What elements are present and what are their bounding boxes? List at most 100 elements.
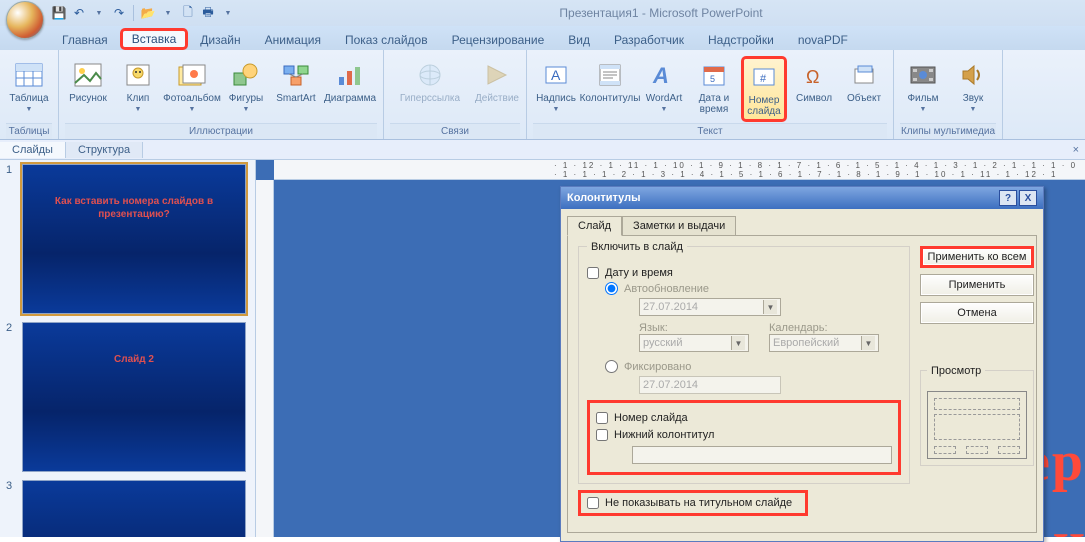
- tab-review[interactable]: Рецензирование: [440, 29, 557, 50]
- tab-slideshow[interactable]: Показ слайдов: [333, 29, 440, 50]
- lang-dropdown[interactable]: русский▼: [639, 334, 749, 352]
- slide-bg-text: ц: [1053, 510, 1085, 537]
- redo-icon[interactable]: ↷: [110, 4, 128, 22]
- title-bar: 💾 ↶ ▼ ↷ 📂 ▼ 🗋 🖶 ▼ Презентация1 - Microso…: [0, 0, 1085, 26]
- tab-animation[interactable]: Анимация: [253, 29, 333, 50]
- chk-datetime[interactable]: Дату и время: [587, 267, 901, 279]
- tab-developer[interactable]: Разработчик: [602, 29, 696, 50]
- new-icon[interactable]: 🗋: [179, 4, 197, 22]
- dialog-tab-slide[interactable]: Слайд: [567, 216, 622, 236]
- panel-close-icon[interactable]: ×: [1067, 144, 1085, 156]
- tab-novapdf[interactable]: novaPDF: [786, 29, 860, 50]
- shapes-icon: [230, 59, 262, 91]
- chk-label: Нижний колонтитул: [614, 429, 714, 441]
- table-icon: [13, 59, 45, 91]
- slide-thumb-3[interactable]: [22, 480, 246, 537]
- cal-label: Календарь:: [769, 322, 879, 334]
- btn-symbol[interactable]: ΩСимвол: [791, 56, 837, 107]
- open-dropdown[interactable]: ▼: [159, 4, 177, 22]
- apply-all-button[interactable]: Применить ко всем: [920, 246, 1034, 268]
- btn-chart[interactable]: Диаграмма: [323, 56, 377, 107]
- btn-sound[interactable]: Звук▼: [950, 56, 996, 116]
- tab-view[interactable]: Вид: [556, 29, 602, 50]
- btn-headerfooter[interactable]: Колонтитулы: [583, 56, 637, 107]
- chk-slidenum[interactable]: Номер слайда: [596, 412, 892, 424]
- btn-datetime[interactable]: 5 Дата и время: [691, 56, 737, 118]
- svg-text:5: 5: [710, 74, 715, 84]
- panel-tab-slides[interactable]: Слайды: [0, 142, 66, 158]
- dialog-tabs: Слайд Заметки и выдачи: [561, 209, 1043, 235]
- help-button[interactable]: ?: [999, 190, 1017, 206]
- radio[interactable]: [605, 360, 618, 373]
- slide-thumb-2[interactable]: Слайд 2: [22, 322, 246, 472]
- tab-design[interactable]: Дизайн: [188, 29, 252, 50]
- chk-footer[interactable]: Нижний колонтитул: [596, 429, 892, 441]
- window-title: Презентация1 - Microsoft PowerPoint: [237, 6, 1085, 20]
- btn-textbox[interactable]: AНадпись▼: [533, 56, 579, 116]
- btn-shapes[interactable]: Фигуры▼: [223, 56, 269, 116]
- fixed-row: 27.07.2014: [639, 376, 901, 394]
- btn-smartart[interactable]: SmartArt: [273, 56, 319, 107]
- office-button[interactable]: [6, 1, 44, 39]
- footer-text-row: [632, 446, 892, 464]
- save-icon[interactable]: 💾: [50, 4, 68, 22]
- thumb-number: 3: [6, 480, 16, 537]
- btn-slidenumber[interactable]: #Номер слайда: [741, 56, 787, 122]
- chk-notitle[interactable]: Не показывать на титульном слайде: [578, 490, 808, 516]
- symbol-icon: Ω: [798, 59, 830, 91]
- btn-label: Надпись: [536, 93, 576, 104]
- btn-label: Фотоальбом: [163, 93, 221, 104]
- btn-label: Объект: [847, 93, 881, 104]
- tab-home[interactable]: Главная: [50, 29, 120, 50]
- fixed-input[interactable]: 27.07.2014: [639, 376, 781, 394]
- checkbox[interactable]: [596, 412, 608, 424]
- radio-fixed[interactable]: Фиксировано: [605, 360, 901, 373]
- btn-action[interactable]: Действие: [474, 56, 520, 107]
- btn-picture[interactable]: Рисунок: [65, 56, 111, 107]
- group-label: Текст: [533, 123, 887, 139]
- btn-table[interactable]: Таблица▼: [6, 56, 52, 116]
- dialog-tab-notes[interactable]: Заметки и выдачи: [622, 216, 736, 236]
- radio[interactable]: [605, 282, 618, 295]
- group-media: Фильм▼ Звук▼ Клипы мультимедиа: [894, 50, 1003, 139]
- dd-value: 27.07.2014: [643, 379, 698, 391]
- btn-clip[interactable]: Клип▼: [115, 56, 161, 116]
- slidenumber-icon: #: [748, 61, 780, 93]
- undo-icon[interactable]: ↶: [70, 4, 88, 22]
- group-label: Клипы мультимедиа: [900, 123, 996, 139]
- apply-button[interactable]: Применить: [920, 274, 1034, 296]
- cancel-button[interactable]: Отмена: [920, 302, 1034, 324]
- checkbox[interactable]: [587, 497, 599, 509]
- dialog-titlebar[interactable]: Колонтитулы ? X: [561, 187, 1043, 209]
- tab-insert[interactable]: Вставка: [120, 28, 189, 50]
- btn-photoalbum[interactable]: Фотоальбом▼: [165, 56, 219, 116]
- panel-tab-outline[interactable]: Структура: [66, 142, 143, 158]
- thumb-row: 1 Как вставить номера слайдов в презента…: [6, 164, 249, 314]
- btn-hyperlink[interactable]: Гиперссылка: [390, 56, 470, 107]
- group-links: Гиперссылка Действие Связи: [384, 50, 527, 139]
- btn-movie[interactable]: Фильм▼: [900, 56, 946, 116]
- btn-wordart[interactable]: AWordArt▼: [641, 56, 687, 116]
- group-tables: Таблица▼ Таблицы: [0, 50, 59, 139]
- open-icon[interactable]: 📂: [139, 4, 157, 22]
- group-label: Иллюстрации: [65, 123, 377, 139]
- radio-auto[interactable]: Автообновление: [605, 282, 901, 295]
- thumb-title: Как вставить номера слайдов в презентаци…: [45, 195, 223, 221]
- checkbox[interactable]: [587, 267, 599, 279]
- tab-addins[interactable]: Надстройки: [696, 29, 786, 50]
- lang-label: Язык:: [639, 322, 749, 334]
- close-button[interactable]: X: [1019, 190, 1037, 206]
- slide-thumb-1[interactable]: Как вставить номера слайдов в презентаци…: [22, 164, 246, 314]
- header-footer-dialog: Колонтитулы ? X Слайд Заметки и выдачи В…: [560, 186, 1044, 542]
- date-dropdown[interactable]: 27.07.2014▼: [639, 298, 781, 316]
- undo-dropdown[interactable]: ▼: [90, 4, 108, 22]
- btn-object[interactable]: Объект: [841, 56, 887, 107]
- print-icon[interactable]: 🖶: [199, 4, 217, 22]
- footer-input[interactable]: [632, 446, 892, 464]
- checkbox[interactable]: [596, 429, 608, 441]
- qat-customize[interactable]: ▼: [219, 4, 237, 22]
- btn-label: Дата и время: [693, 93, 735, 115]
- cal-dropdown[interactable]: Европейский▼: [769, 334, 879, 352]
- picture-icon: [72, 59, 104, 91]
- sound-icon: [957, 59, 989, 91]
